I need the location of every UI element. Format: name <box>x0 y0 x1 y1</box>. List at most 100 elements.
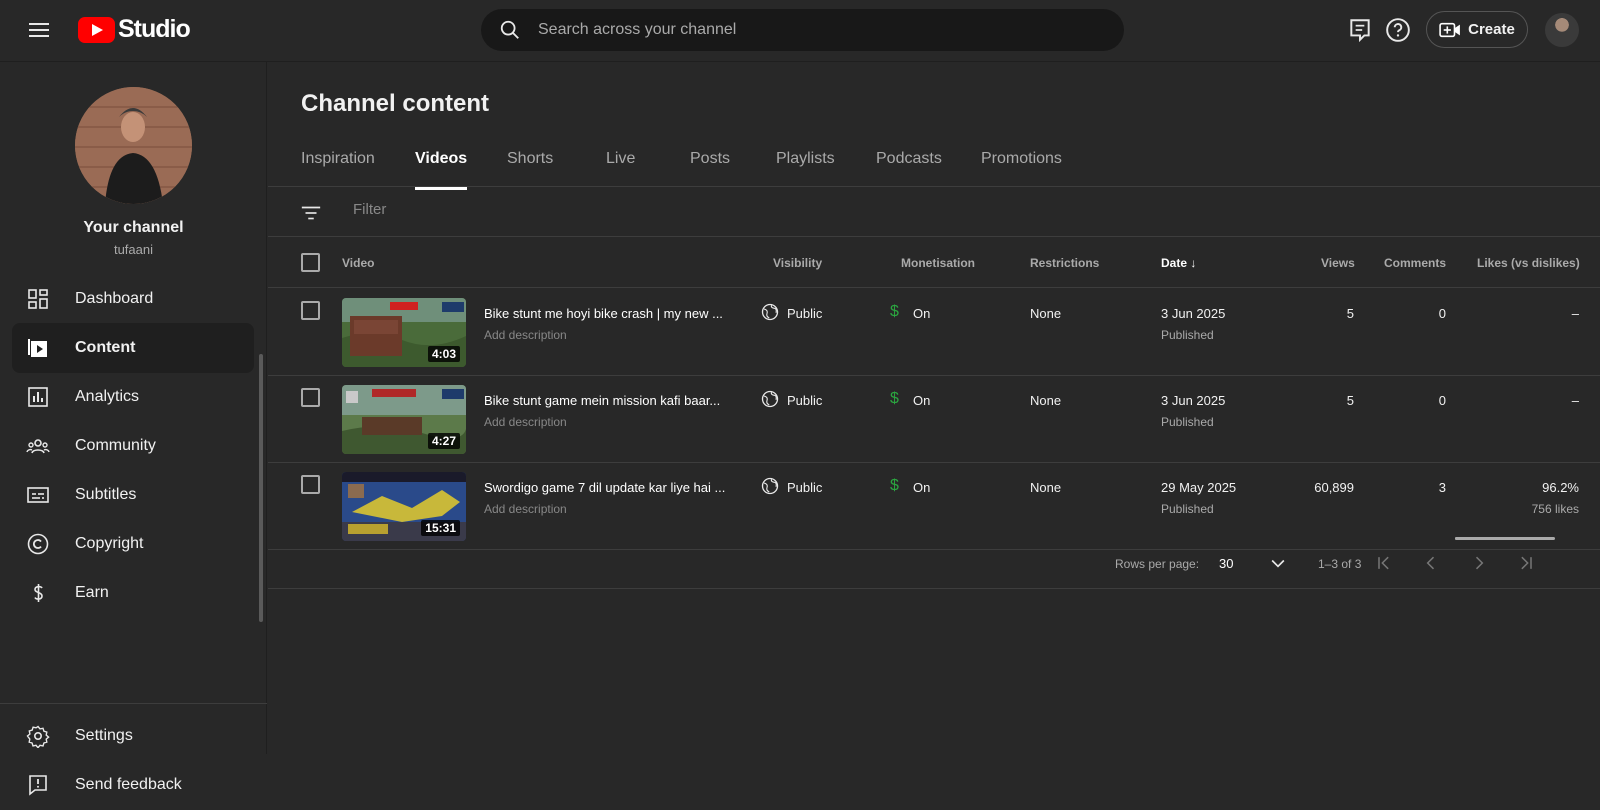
last-page-icon[interactable] <box>1516 553 1536 573</box>
tab-live[interactable]: Live <box>606 150 635 190</box>
tab-posts[interactable]: Posts <box>690 150 730 190</box>
table-row[interactable]: 4:27 Bike stunt game mein mission kafi b… <box>268 376 1600 463</box>
studio-logo[interactable]: Studio <box>78 15 191 44</box>
column-header-comments[interactable]: Comments <box>1384 256 1446 270</box>
globe-icon <box>761 390 779 408</box>
video-title[interactable]: Swordigo game 7 dil update kar liye hai … <box>484 480 734 495</box>
tab-inspiration[interactable]: Inspiration <box>301 150 375 190</box>
filter-input[interactable] <box>353 201 853 218</box>
publish-status: Published <box>1161 502 1214 516</box>
channel-avatar[interactable] <box>75 87 192 204</box>
date-header-label: Date <box>1161 256 1188 270</box>
video-title[interactable]: Bike stunt me hoyi bike crash | my new .… <box>484 306 734 321</box>
sidebar-item-label: Analytics <box>75 388 140 405</box>
comment-icon[interactable] <box>1347 17 1373 43</box>
chevron-down-icon[interactable] <box>1268 553 1288 573</box>
tab-podcasts[interactable]: Podcasts <box>876 150 942 190</box>
search-icon[interactable] <box>499 19 521 41</box>
menu-icon[interactable] <box>24 19 54 43</box>
video-duration: 4:27 <box>427 433 460 449</box>
likes-value: 96.2% <box>1542 480 1579 495</box>
video-duration: 4:03 <box>427 346 460 362</box>
content-icon <box>28 339 47 357</box>
next-page-icon[interactable] <box>1469 553 1489 573</box>
help-icon[interactable] <box>1385 17 1411 43</box>
restrictions-value: None <box>1030 306 1062 321</box>
comments-value: 3 <box>1438 480 1446 495</box>
column-header-views[interactable]: Views <box>1321 256 1355 270</box>
tab-promotions[interactable]: Promotions <box>981 150 1062 190</box>
sidebar: Your channel tufaani Dashboard Content A… <box>0 62 267 796</box>
video-thumbnail[interactable]: 4:27 <box>342 385 466 454</box>
visibility-value[interactable]: Public <box>787 480 822 495</box>
page-range: 1–3 of 3 <box>1318 557 1362 571</box>
video-description[interactable]: Add description <box>484 328 567 342</box>
video-duration: 15:31 <box>421 520 460 536</box>
video-description[interactable]: Add description <box>484 415 567 429</box>
video-description[interactable]: Add description <box>484 502 567 516</box>
logo-text: Studio <box>118 15 191 43</box>
subtitles-icon <box>27 487 49 503</box>
column-header-likes[interactable]: Likes (vs dislikes) <box>1477 256 1580 270</box>
date-value: 3 Jun 2025 <box>1161 393 1226 408</box>
row-checkbox[interactable] <box>301 388 320 407</box>
first-page-icon[interactable] <box>1374 553 1394 573</box>
restrictions-value: None <box>1030 393 1062 408</box>
sidebar-divider <box>0 703 267 704</box>
search-bar[interactable] <box>481 9 1124 51</box>
likes-value: – <box>1571 393 1579 408</box>
video-thumbnail[interactable]: 15:31 <box>342 472 466 541</box>
table-row[interactable]: 15:31 Swordigo game 7 dil update kar liy… <box>268 463 1600 550</box>
row-checkbox[interactable] <box>301 475 320 494</box>
feedback-icon <box>29 775 47 796</box>
sidebar-item-content[interactable]: Content <box>12 323 254 373</box>
comments-value: 0 <box>1438 306 1446 321</box>
sidebar-item-subtitles[interactable]: Subtitles <box>12 470 254 520</box>
tab-shorts[interactable]: Shorts <box>507 150 553 190</box>
sidebar-item-analytics[interactable]: Analytics <box>12 372 254 422</box>
monetisation-dollar-icon: $ <box>890 303 899 320</box>
previous-page-icon[interactable] <box>1421 553 1441 573</box>
channel-name: Your channel <box>83 219 184 236</box>
video-thumbnail[interactable]: 4:03 <box>342 298 466 367</box>
monetisation-value[interactable]: On <box>913 306 930 321</box>
sidebar-item-label: Community <box>75 437 156 454</box>
sidebar-item-community[interactable]: Community <box>12 421 254 471</box>
sidebar-item-send-feedback[interactable]: Send feedback <box>12 760 254 810</box>
restrictions-value: None <box>1030 480 1062 495</box>
column-header-date[interactable]: Date ↓ <box>1161 256 1196 270</box>
row-checkbox[interactable] <box>301 301 320 320</box>
account-avatar[interactable] <box>1545 13 1579 47</box>
sidebar-item-label: Subtitles <box>75 486 137 503</box>
monetisation-value[interactable]: On <box>913 393 930 408</box>
table-row[interactable]: 4:03 Bike stunt me hoyi bike crash | my … <box>268 289 1600 376</box>
tab-videos[interactable]: Videos <box>415 150 468 190</box>
column-header-restrictions[interactable]: Restrictions <box>1030 256 1099 270</box>
sidebar-item-label: Dashboard <box>75 290 154 307</box>
column-header-visibility[interactable]: Visibility <box>773 256 822 270</box>
column-header-video[interactable]: Video <box>342 256 374 270</box>
sidebar-item-earn[interactable]: Earn <box>12 568 254 618</box>
table-header: Video Visibility Monetisation Restrictio… <box>268 238 1600 288</box>
sidebar-item-dashboard[interactable]: Dashboard <box>12 274 254 324</box>
rows-per-page-label: Rows per page: <box>1115 557 1200 571</box>
visibility-value[interactable]: Public <box>787 306 822 321</box>
video-title[interactable]: Bike stunt game mein mission kafi baar..… <box>484 393 734 408</box>
sidebar-item-copyright[interactable]: Copyright <box>12 519 254 569</box>
monetisation-dollar-icon: $ <box>890 390 899 407</box>
visibility-value[interactable]: Public <box>787 393 822 408</box>
column-header-monetisation[interactable]: Monetisation <box>901 256 975 270</box>
select-all-checkbox[interactable] <box>301 253 320 272</box>
sidebar-item-label: Copyright <box>75 535 144 552</box>
views-value: 60,899 <box>1314 480 1354 495</box>
tab-playlists[interactable]: Playlists <box>776 150 835 190</box>
monetisation-value[interactable]: On <box>913 480 930 495</box>
rows-per-page-select[interactable]: 30 <box>1219 556 1233 571</box>
copyright-icon <box>27 533 49 555</box>
create-button[interactable]: Create <box>1426 11 1528 48</box>
filter-icon[interactable] <box>300 202 322 224</box>
search-input[interactable] <box>538 21 1098 39</box>
sidebar-scrollbar[interactable] <box>259 354 263 622</box>
sort-down-arrow-icon: ↓ <box>1190 256 1197 270</box>
dollar-icon <box>34 584 43 602</box>
